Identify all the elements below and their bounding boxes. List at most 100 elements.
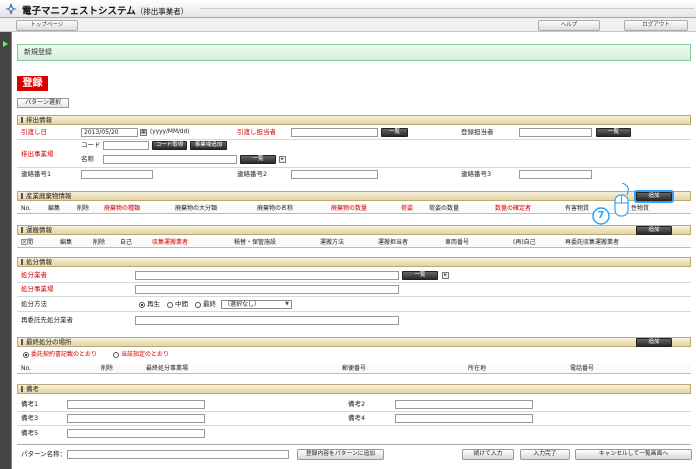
col-carrier: 収集運搬業者 <box>152 239 189 246</box>
code-label: コード <box>81 141 101 149</box>
remark3-input[interactable] <box>67 414 205 423</box>
app-logo-icon <box>5 3 17 15</box>
disposal-section-header: 処分情報 <box>17 257 691 267</box>
disposal-company-list-button[interactable]: 一覧 <box>402 271 438 280</box>
remark5-label: 備考5 <box>21 429 39 437</box>
cancel-to-list-button[interactable]: キャンセルして一覧画面へ <box>575 449 692 460</box>
pattern-select-tab[interactable]: パターン選択 <box>17 98 69 108</box>
transport-section-header: 運搬情報 <box>17 225 691 235</box>
disposal-site-label: 処分事業場 <box>21 285 54 293</box>
col-packing: 荷姿 <box>401 205 414 212</box>
logout-button[interactable]: ログアウト <box>624 20 688 31</box>
transport-add-button[interactable]: 追加 <box>636 226 672 235</box>
contact1-label: 連絡番号1 <box>21 170 52 178</box>
header-divider <box>200 8 694 9</box>
method-final-radio[interactable] <box>195 302 201 308</box>
col-no: No. <box>21 365 31 372</box>
date-format-hint: (yyyy/MM/dd) <box>150 129 190 135</box>
row-divider <box>17 311 691 312</box>
site-code-input[interactable] <box>103 141 149 150</box>
col-postal-code: 郵便番号 <box>342 365 367 372</box>
remark5-input[interactable] <box>67 429 205 438</box>
site-list-button[interactable]: 一覧 <box>240 155 276 164</box>
method-intermediate-radio[interactable] <box>167 302 173 308</box>
remark1-input[interactable] <box>67 400 205 409</box>
contact1-input[interactable] <box>81 170 153 179</box>
row-divider <box>17 167 691 168</box>
step-number: 7 <box>597 210 605 221</box>
pattern-name-label: パターン名称： <box>21 450 67 458</box>
col-final-site: 最終処分事業場 <box>146 365 189 372</box>
row-divider <box>17 425 691 426</box>
contact3-input[interactable] <box>519 170 592 179</box>
subcontract-disposer-input[interactable] <box>135 316 399 325</box>
page-title-bar: 新規登録 <box>17 44 691 61</box>
row-divider <box>17 139 691 140</box>
handover-person-label: 引渡し担当者 <box>237 128 276 136</box>
register-person-list-button[interactable]: 一覧 <box>596 128 631 137</box>
discharge-site-label: 排出事業場 <box>21 150 54 158</box>
col-delete: 削除 <box>101 365 114 372</box>
remark4-input[interactable] <box>395 414 533 423</box>
help-button[interactable]: ヘルプ <box>538 20 600 31</box>
disposal-method-select[interactable]: （選択なし） <box>221 300 292 309</box>
disposal-company-label: 処分業者 <box>21 271 47 279</box>
page-heading: 登録 <box>17 76 48 91</box>
contact2-input[interactable] <box>291 170 378 179</box>
name-label: 名称 <box>81 155 94 163</box>
remark4-label: 備考4 <box>348 414 366 422</box>
register-person-input[interactable] <box>519 128 592 137</box>
mouse-click-annotation-icon <box>592 183 629 225</box>
method-final-label: 最終 <box>203 300 216 308</box>
app-title: 電子マニフェストシステム（排出事業者） <box>22 6 189 17</box>
contact3-label: 連絡番号3 <box>461 170 492 178</box>
col-vehicle-number: 車両番号 <box>445 239 470 246</box>
disposal-company-input[interactable] <box>135 271 399 280</box>
row-divider <box>17 411 691 412</box>
col-transfer-facility: 積替・保管施設 <box>234 239 277 246</box>
col-transport-method: 運搬方法 <box>320 239 345 246</box>
handover-date-input[interactable]: 2013/05/20 <box>81 128 138 137</box>
col-quantity-confirmer: 数量の確定者 <box>495 205 532 212</box>
subcontract-disposer-label: 再委託先処分業者 <box>21 316 73 324</box>
save-pattern-button[interactable]: 登録内容をパターンに追加 <box>297 449 384 460</box>
pattern-name-input[interactable] <box>67 450 289 459</box>
col-self: 自己 <box>120 239 133 246</box>
col-transport-person: 運搬担当者 <box>378 239 409 246</box>
final-add-button[interactable]: 追加 <box>636 338 672 347</box>
continue-input-button[interactable]: 続けて入力 <box>462 449 514 460</box>
disposal-method-label: 処分方法 <box>21 300 47 308</box>
col-address: 所在地 <box>468 365 487 372</box>
row-divider <box>17 282 691 283</box>
remark2-label: 備考2 <box>348 400 366 408</box>
method-intermediate-label: 中間 <box>175 300 188 308</box>
disposal-site-input[interactable] <box>135 285 399 294</box>
site-name-input[interactable] <box>103 155 237 164</box>
remark2-input[interactable] <box>395 400 533 409</box>
col-delete: 削除 <box>93 239 106 246</box>
contact2-label: 連絡番号2 <box>237 170 268 178</box>
calendar-icon[interactable]: ▦ <box>140 129 147 136</box>
col-waste-type: 廃棄物の種類 <box>104 205 141 212</box>
col-edit: 編集 <box>48 205 61 212</box>
designated-radio-label: 当該指定のとおり <box>121 351 170 358</box>
waste-add-button[interactable]: 追加 <box>636 192 672 201</box>
col-resub-self: (再)自己 <box>513 239 536 246</box>
expand-sidebar-icon[interactable] <box>3 41 8 47</box>
method-recycle-radio[interactable] <box>139 302 145 308</box>
designated-radio[interactable] <box>113 352 119 358</box>
method-recycle-label: 再生 <box>147 300 160 308</box>
site-detail-icon[interactable]: ▸ <box>279 156 286 163</box>
remark3-label: 備考3 <box>21 414 39 422</box>
add-site-button[interactable]: 事業場追加 <box>190 141 227 150</box>
col-resub-carrier: 再委託収集運搬業者 <box>565 239 620 246</box>
final-table-header: No. 削除 最終処分事業場 郵便番号 所在地 電話番号 <box>17 364 691 374</box>
sidebar-divider <box>11 32 12 469</box>
handover-person-list-button[interactable]: 一覧 <box>381 128 408 137</box>
top-page-button[interactable]: トップページ <box>16 20 78 31</box>
contract-radio[interactable] <box>23 352 29 358</box>
disposal-company-detail-icon[interactable]: ▸ <box>442 272 449 279</box>
complete-input-button[interactable]: 入力完了 <box>520 449 570 460</box>
handover-person-input[interactable] <box>291 128 378 137</box>
get-code-button[interactable]: コード取得 <box>152 141 187 150</box>
